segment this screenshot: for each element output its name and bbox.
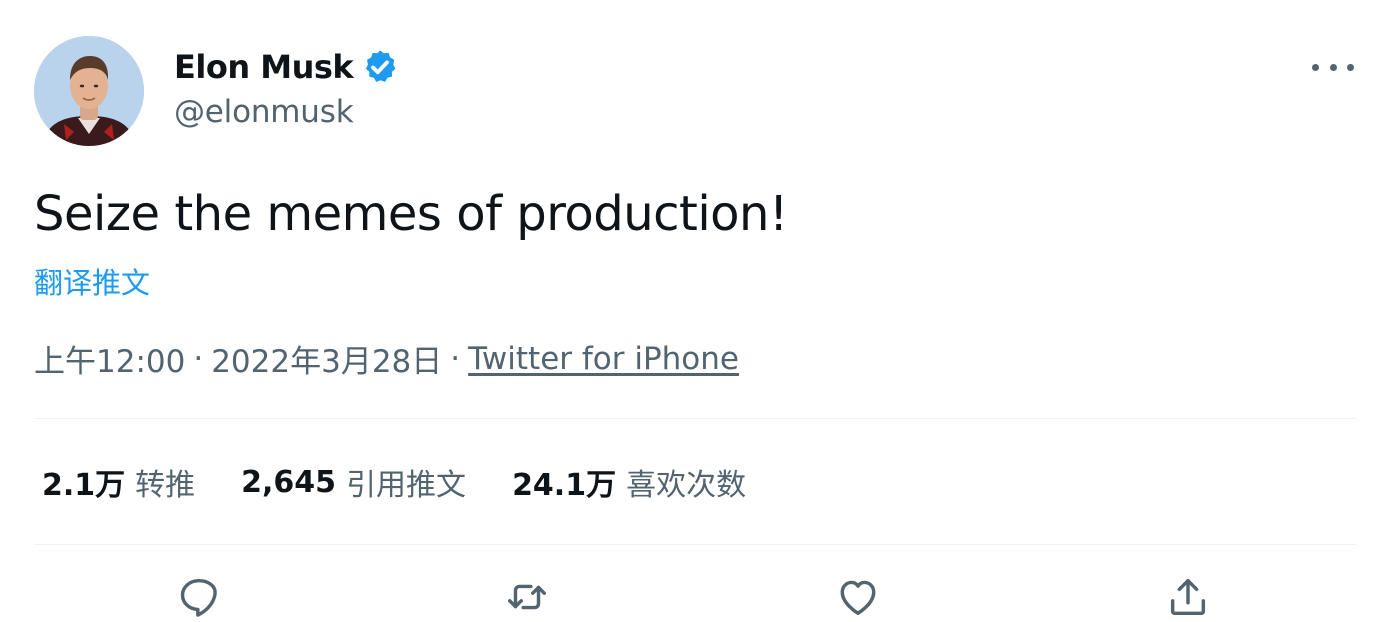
stat-value: 2,645 xyxy=(241,464,337,500)
like-button[interactable] xyxy=(833,572,883,622)
like-icon xyxy=(840,580,876,616)
reply-icon xyxy=(180,578,217,617)
stat-quote-tweets[interactable]: 2,645 引用推文 xyxy=(241,460,466,504)
stat-likes[interactable]: 24.1万 喜欢次数 xyxy=(512,460,746,504)
meta-separator: · xyxy=(193,340,204,377)
translate-tweet-link[interactable]: 翻译推文 xyxy=(34,260,150,302)
stat-value: 24.1万 xyxy=(512,468,617,503)
more-options-icon[interactable] xyxy=(1308,50,1358,84)
tweet-date[interactable]: 2022年3月28日 xyxy=(211,336,442,381)
meta-separator: · xyxy=(450,340,461,377)
share-icon xyxy=(1170,578,1206,616)
divider xyxy=(34,418,1356,419)
stat-label: 转推 xyxy=(135,468,196,503)
stat-label: 引用推文 xyxy=(346,468,467,503)
tweet-action-bar xyxy=(0,572,1377,622)
tweet-card: Elon Musk @elonmusk Seize the memes of p… xyxy=(0,0,1377,621)
tweet-text: Seize the memes of production! xyxy=(34,186,788,242)
author-name-row: Elon Musk xyxy=(174,44,399,90)
divider xyxy=(34,544,1356,545)
reply-button[interactable] xyxy=(174,572,224,622)
share-button[interactable] xyxy=(1163,572,1213,622)
stat-retweets[interactable]: 2.1万 转推 xyxy=(42,460,195,504)
profile-photo-icon xyxy=(34,36,144,146)
retweet-button[interactable] xyxy=(502,572,552,622)
tweet-time[interactable]: 上午12:00 xyxy=(34,336,185,381)
verified-badge-icon[interactable] xyxy=(361,48,399,86)
avatar[interactable] xyxy=(34,36,144,146)
author-display-name[interactable]: Elon Musk xyxy=(174,48,354,86)
stat-value: 2.1万 xyxy=(42,468,126,503)
retweet-icon xyxy=(508,584,546,610)
author-handle[interactable]: @elonmusk xyxy=(174,94,354,130)
tweet-metadata: 上午12:00 · 2022年3月28日 · Twitter for iPhon… xyxy=(34,336,739,381)
stat-label: 喜欢次数 xyxy=(626,468,747,503)
engagement-stats: 2.1万 转推 2,645 引用推文 24.1万 喜欢次数 xyxy=(42,460,792,504)
tweet-source-link[interactable]: Twitter for iPhone xyxy=(468,341,739,377)
